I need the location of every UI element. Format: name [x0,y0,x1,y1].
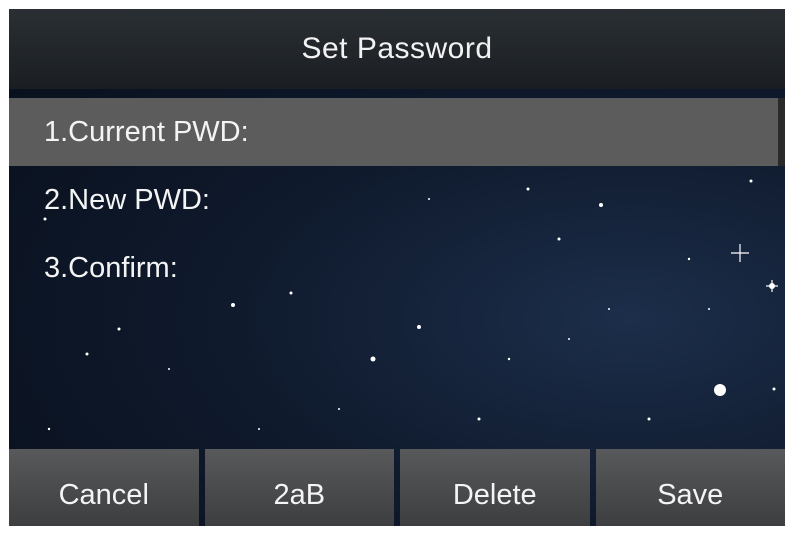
menu-item-label: 1.Current PWD: [44,115,249,148]
menu-item-current-password[interactable]: 1.Current PWD: [9,98,785,166]
menu-item-new-password[interactable]: 2.New PWD: [9,166,785,234]
softkey-bar: Cancel 2aB Delete Save [9,449,785,526]
phone-screen: Set Password 1.Current PWD: 2.New PWD: 3… [9,9,785,526]
menu-item-label: 3.Confirm: [44,251,178,284]
cancel-button[interactable]: Cancel [9,449,199,526]
input-mode-button[interactable]: 2aB [204,449,394,526]
save-button[interactable]: Save [595,449,785,526]
page-title: Set Password [9,9,785,89]
delete-button[interactable]: Delete [400,449,590,526]
menu-item-confirm-password[interactable]: 3.Confirm: [9,234,785,302]
menu-item-label: 2.New PWD: [44,183,210,216]
